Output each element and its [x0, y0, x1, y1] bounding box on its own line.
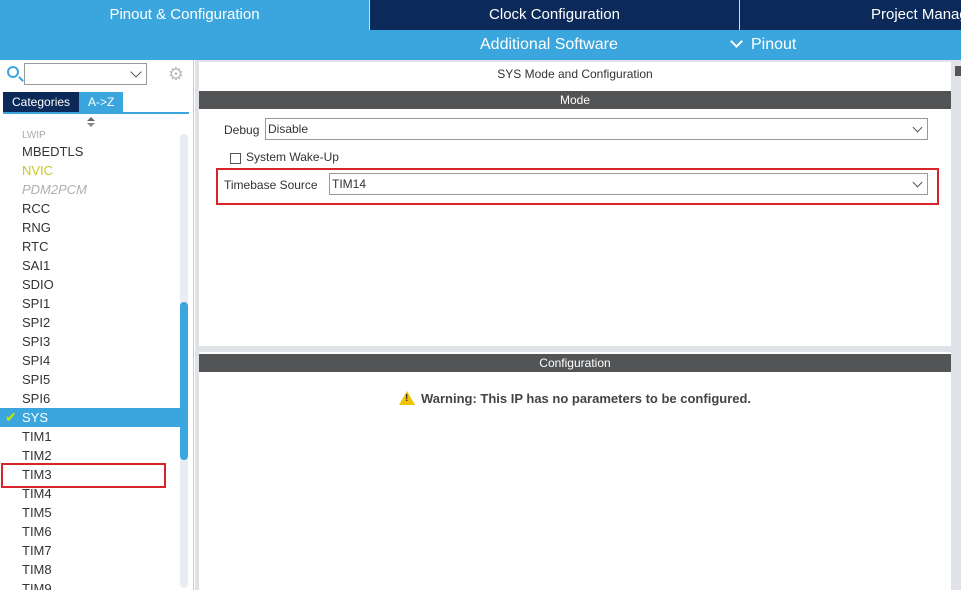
sidebar-item-rtc[interactable]: RTC [0, 237, 180, 256]
top-tab-bar: Pinout & Configuration Clock Configurati… [0, 0, 961, 30]
sidebar-item-lwip[interactable]: LWIP [0, 130, 180, 142]
category-tabs: Categories A->Z [3, 92, 124, 112]
timebase-source-label: Timebase Source [224, 178, 318, 192]
sidebar-item-label: SPI4 [22, 353, 51, 368]
warning-message: Warning: This IP has no parameters to be… [199, 389, 951, 406]
sub-toolbar: Additional Software Pinout [0, 30, 961, 60]
pinout-menu-button[interactable]: Pinout [730, 30, 797, 60]
sidebar-item-tim7[interactable]: TIM7 [0, 541, 180, 560]
chevron-down-icon [730, 35, 743, 48]
sidebar-item-tim4[interactable]: TIM4 [0, 484, 180, 503]
debug-label: Debug [224, 123, 260, 137]
sidebar-item-tim2[interactable]: TIM2 [0, 446, 180, 465]
search-input[interactable] [24, 63, 147, 85]
sidebar-item-label: TIM6 [22, 524, 52, 539]
search-icon [7, 66, 19, 78]
tab-underline [3, 112, 189, 114]
warning-icon [398, 391, 415, 405]
configuration-panel: Configuration Warning: This IP has no pa… [199, 352, 951, 590]
sidebar-item-spi3[interactable]: SPI3 [0, 332, 180, 351]
sidebar-item-label: SDIO [22, 277, 54, 292]
scrollbar-thumb[interactable] [180, 302, 188, 460]
sidebar-item-label: SPI2 [22, 315, 51, 330]
sidebar-item-label: SAI1 [22, 258, 51, 273]
sidebar-item-label: SPI1 [22, 296, 51, 311]
sidebar-item-label: NVIC [22, 163, 54, 178]
sidebar-item-tim5[interactable]: TIM5 [0, 503, 180, 522]
mode-panel: SYS Mode and Configuration Mode Debug Di… [199, 62, 951, 346]
sidebar-item-pdm2pcm[interactable]: PDM2PCM [0, 180, 180, 199]
tab-clock-configuration[interactable]: Clock Configuration [370, 0, 740, 30]
sidebar-item-sdio[interactable]: SDIO [0, 275, 180, 294]
chevron-down-icon [912, 122, 923, 133]
sidebar-item-rng[interactable]: RNG [0, 218, 180, 237]
tab-a-to-z[interactable]: A->Z [79, 92, 124, 112]
sidebar-item-label: TIM3 [22, 467, 52, 482]
debug-select[interactable]: Disable [265, 118, 928, 140]
sidebar-item-tim8[interactable]: TIM8 [0, 560, 180, 579]
main-area: SYS Mode and Configuration Mode Debug Di… [195, 60, 961, 590]
sidebar-item-spi5[interactable]: SPI5 [0, 370, 180, 389]
sidebar-item-label: RCC [22, 201, 51, 216]
tab-pinout-configuration[interactable]: Pinout & Configuration [0, 0, 370, 30]
sidebar: ⚙ Categories A->Z LWIP MBEDTLS NVIC PDM2PCM… [0, 60, 194, 590]
sidebar-item-label: SYS [22, 410, 49, 425]
sidebar-item-tim1[interactable]: TIM1 [0, 427, 180, 446]
system-wakeup-label: System Wake-Up [246, 150, 339, 164]
sidebar-item-label: SPI5 [22, 372, 51, 387]
sidebar-item-label: MBEDTLS [22, 144, 84, 159]
sidebar-item-label: TIM1 [22, 429, 52, 444]
sidebar-item-label: SPI6 [22, 391, 51, 406]
sidebar-item-tim3[interactable]: TIM3 [0, 465, 180, 484]
sidebar-item-label: RTC [22, 239, 49, 254]
sidebar-item-label: LWIP [22, 130, 46, 141]
sidebar-item-tim6[interactable]: TIM6 [0, 522, 180, 541]
tab-categories[interactable]: Categories [3, 92, 80, 112]
additional-software-button[interactable]: Additional Software [480, 30, 618, 60]
gear-icon[interactable]: ⚙ [167, 65, 185, 83]
peripheral-list: LWIP MBEDTLS NVIC PDM2PCM RCC RNG RTC SAI1 SDIO S… [0, 130, 180, 590]
sidebar-item-mbedtls[interactable]: MBEDTLS [0, 142, 180, 161]
sidebar-item-label: TIM2 [22, 448, 52, 463]
sidebar-item-label: PDM2PCM [22, 182, 88, 197]
sidebar-item-rcc[interactable]: RCC [0, 199, 180, 218]
sidebar-item-label: TIM5 [22, 505, 52, 520]
sidebar-item-sys[interactable]: ✔ SYS [0, 408, 180, 427]
tab-project-manager[interactable]: Project Manag [740, 0, 961, 30]
sort-icon[interactable] [86, 117, 96, 129]
sidebar-item-spi2[interactable]: SPI2 [0, 313, 180, 332]
chevron-down-icon [912, 177, 923, 188]
warning-text: Warning: This IP has no parameters to be… [420, 391, 752, 406]
sidebar-item-spi1[interactable]: SPI1 [0, 294, 180, 313]
sidebar-item-label: SPI3 [22, 334, 51, 349]
mode-header: Mode [199, 91, 951, 109]
check-icon: ✔ [5, 409, 17, 425]
page-title: SYS Mode and Configuration [497, 67, 653, 81]
sidebar-item-label: TIM8 [22, 562, 52, 577]
timebase-source-select[interactable]: TIM14 [329, 173, 928, 195]
chevron-down-icon[interactable] [130, 66, 142, 78]
sidebar-item-spi6[interactable]: SPI6 [0, 389, 180, 408]
debug-select-value: Disable [268, 122, 309, 136]
sidebar-search-row: ⚙ [0, 60, 194, 90]
sidebar-item-label: TIM9 [22, 581, 52, 590]
pinout-label: Pinout [751, 36, 797, 53]
sidebar-item-label: TIM7 [22, 543, 52, 558]
timebase-source-value: TIM14 [332, 177, 367, 191]
sidebar-item-spi4[interactable]: SPI4 [0, 351, 180, 370]
sidebar-item-label: RNG [22, 220, 51, 235]
collapse-handle-icon[interactable] [955, 66, 961, 76]
sidebar-item-sai1[interactable]: SAI1 [0, 256, 180, 275]
configuration-header: Configuration [199, 354, 951, 372]
sidebar-item-tim9[interactable]: TIM9 [0, 579, 180, 590]
system-wakeup-checkbox[interactable] [230, 153, 241, 164]
sidebar-item-nvic[interactable]: NVIC [0, 161, 180, 180]
sidebar-item-label: TIM4 [22, 486, 52, 501]
